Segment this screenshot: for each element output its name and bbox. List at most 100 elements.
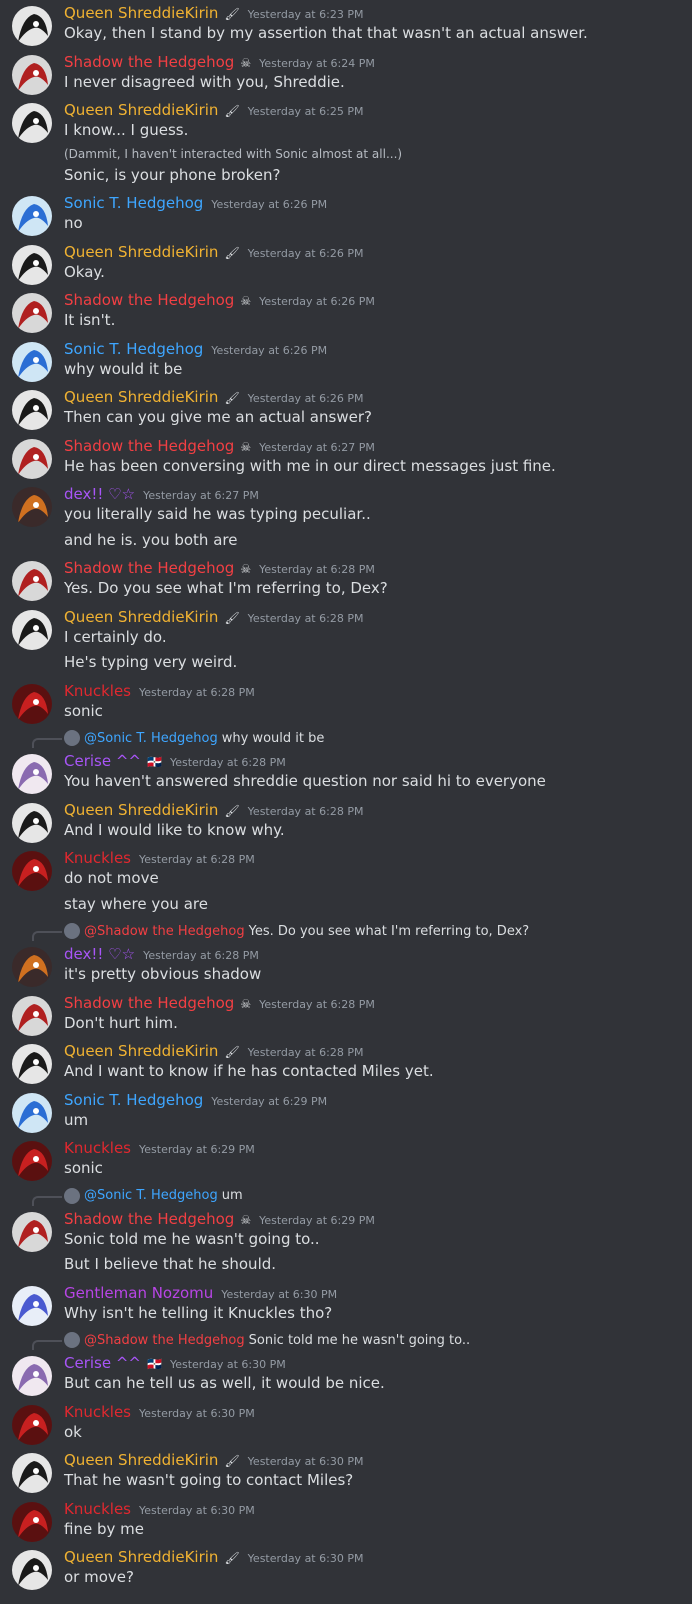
reply-mention[interactable]: @Shadow the Hedgehog [84, 924, 245, 939]
avatar[interactable] [12, 947, 52, 987]
timestamp: Yesterday at 6:30 PM [247, 1455, 364, 1468]
username[interactable]: Knuckles [64, 1500, 131, 1518]
username[interactable]: Shadow the Hedgehog [64, 53, 234, 71]
message-header: Gentleman Nozomu Yesterday at 6:30 PM [64, 1284, 337, 1302]
username[interactable]: Queen ShreddieKirin [64, 101, 218, 119]
avatar[interactable] [12, 851, 52, 891]
username[interactable]: Queen ShreddieKirin [64, 801, 218, 819]
role-icon: ☠ [240, 1212, 252, 1227]
avatar[interactable] [12, 244, 52, 285]
message-header: Queen ShreddieKirin 🖌 Yesterday at 6:28 PM [64, 608, 363, 626]
username[interactable]: Cerise ^^ [64, 1354, 141, 1372]
reply-mention[interactable]: @Sonic T. Hedgehog [84, 1188, 218, 1203]
timestamp: Yesterday at 6:28 PM [247, 804, 364, 818]
username[interactable]: Queen ShreddieKirin [64, 243, 218, 261]
timestamp: Yesterday at 6:28 PM [139, 685, 255, 699]
role-icon: ☠ [240, 562, 252, 576]
message-text: And I want to know if he has contacted M… [64, 1062, 434, 1080]
username[interactable]: dex!! ♡☆ [64, 485, 135, 503]
avatar[interactable] [12, 54, 52, 95]
role-icon: ☠ [240, 294, 252, 308]
reply-avatar [64, 1187, 80, 1204]
avatar[interactable] [12, 196, 52, 236]
reply-preview[interactable]: @Shadow the Hedgehog Sonic told me he was… [64, 1332, 470, 1348]
username[interactable]: Knuckles [64, 1139, 131, 1157]
role-icon: 🖌 [224, 104, 240, 118]
avatar[interactable] [12, 1501, 52, 1542]
username[interactable]: Knuckles [64, 1403, 131, 1421]
avatar[interactable] [12, 438, 52, 479]
message-header: Queen ShreddieKirin 🖌 Yesterday at 6:23 PM [64, 4, 363, 22]
message-text: But can he tell us as well, it would be … [64, 1374, 385, 1392]
role-icon: 🖌 [224, 245, 240, 260]
username[interactable]: Cerise ^^ [64, 752, 141, 770]
reply-preview[interactable]: @Shadow the Hedgehog Yes. Do you see what… [64, 923, 529, 939]
avatar[interactable] [12, 1453, 52, 1493]
timestamp: Yesterday at 6:30 PM [221, 1287, 338, 1301]
timestamp: Yesterday at 6:28 PM [259, 563, 375, 576]
reply-preview[interactable]: @Sonic T. Hedgehog why would it be [64, 730, 324, 746]
avatar[interactable] [12, 683, 52, 724]
message-text: ok [64, 1422, 82, 1441]
avatar[interactable] [12, 609, 52, 650]
username[interactable]: Shadow the Hedgehog [64, 994, 234, 1012]
timestamp: Yesterday at 6:30 PM [139, 1503, 255, 1517]
message-header: Queen ShreddieKirin 🖌 Yesterday at 6:28 PM [64, 801, 363, 819]
message-header: Queen ShreddieKirin 🖌 Yesterday at 6:26 PM [64, 388, 363, 406]
avatar[interactable] [12, 1211, 52, 1252]
username[interactable]: Sonic T. Hedgehog [64, 340, 203, 358]
username[interactable]: Shadow the Hedgehog [64, 1210, 234, 1228]
avatar[interactable] [12, 1044, 52, 1084]
message-text: You haven't answered shreddie question n… [64, 772, 546, 790]
avatar[interactable] [12, 1092, 52, 1133]
avatar[interactable] [12, 561, 52, 601]
username[interactable]: Queen ShreddieKirin [64, 1451, 218, 1469]
username[interactable]: Shadow the Hedgehog [64, 559, 234, 577]
timestamp: Yesterday at 6:26 PM [247, 246, 364, 260]
username[interactable]: Shadow the Hedgehog [64, 437, 234, 455]
avatar[interactable] [12, 6, 52, 46]
reply-connector [32, 931, 62, 941]
avatar[interactable] [12, 802, 52, 843]
username[interactable]: Queen ShreddieKirin [64, 1548, 218, 1566]
timestamp: Yesterday at 6:30 PM [139, 1406, 255, 1420]
message-text: fine by me [64, 1519, 144, 1538]
avatar[interactable] [12, 1141, 52, 1181]
avatar[interactable] [12, 103, 52, 143]
avatar[interactable] [12, 390, 52, 430]
username[interactable]: Queen ShreddieKirin [64, 4, 218, 22]
message-header: Sonic T. Hedgehog Yesterday at 6:26 PM [64, 340, 327, 358]
timestamp: Yesterday at 6:27 PM [143, 489, 259, 502]
username[interactable]: Gentleman Nozomu [64, 1284, 213, 1302]
message-text: He has been conversing with me in our di… [64, 456, 556, 475]
avatar[interactable] [12, 1356, 52, 1396]
reply-avatar [64, 730, 80, 746]
reply-preview[interactable]: @Sonic T. Hedgehog um [64, 1187, 243, 1204]
avatar[interactable] [12, 1404, 52, 1445]
username[interactable]: Sonic T. Hedgehog [64, 1091, 203, 1109]
timestamp: Yesterday at 6:29 PM [259, 1213, 375, 1227]
reply-mention[interactable]: @Shadow the Hedgehog [84, 1333, 245, 1348]
message-text: It isn't. [64, 311, 116, 329]
username[interactable]: Sonic T. Hedgehog [64, 194, 203, 212]
avatar[interactable] [12, 995, 52, 1036]
username[interactable]: Knuckles [64, 849, 131, 867]
username[interactable]: Knuckles [64, 682, 131, 700]
avatar[interactable] [12, 1550, 52, 1590]
username[interactable]: Queen ShreddieKirin [64, 1042, 218, 1060]
message-text: I never disagreed with you, Shreddie. [64, 72, 345, 91]
message-text: Don't hurt him. [64, 1013, 178, 1032]
avatar[interactable] [12, 487, 52, 527]
timestamp: Yesterday at 6:26 PM [211, 198, 328, 211]
avatar[interactable] [12, 754, 52, 794]
avatar[interactable] [12, 293, 52, 333]
username[interactable]: Queen ShreddieKirin [64, 608, 218, 626]
message-text: I know... I guess. [64, 121, 189, 139]
username[interactable]: dex!! ♡☆ [64, 945, 135, 963]
message-header: Sonic T. Hedgehog Yesterday at 6:26 PM [64, 194, 327, 212]
username[interactable]: Shadow the Hedgehog [64, 291, 234, 309]
avatar[interactable] [12, 1285, 52, 1326]
username[interactable]: Queen ShreddieKirin [64, 388, 218, 406]
reply-mention[interactable]: @Sonic T. Hedgehog [84, 731, 218, 746]
avatar[interactable] [12, 341, 52, 382]
